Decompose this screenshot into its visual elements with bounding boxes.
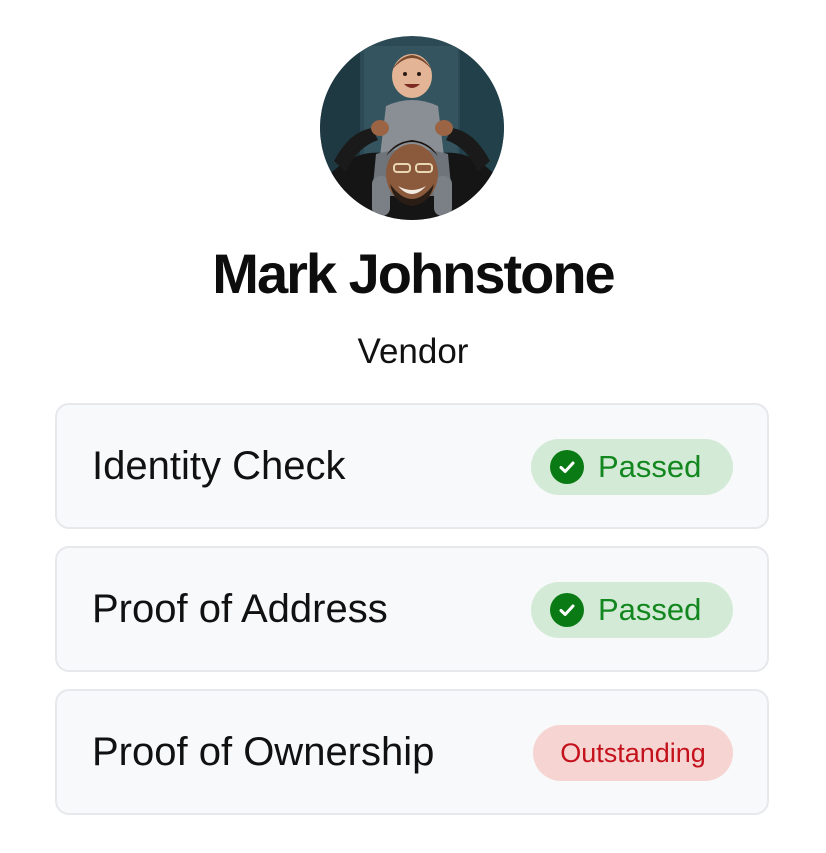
status-badge: Passed xyxy=(531,582,733,638)
status-badge: Outstanding xyxy=(533,725,733,781)
check-label: Proof of Ownership xyxy=(92,730,435,774)
check-circle-icon xyxy=(550,593,584,627)
check-label: Proof of Address xyxy=(92,587,388,631)
check-card-identity: Identity Check Passed xyxy=(55,403,769,529)
profile-photo xyxy=(320,36,504,220)
check-circle-icon xyxy=(550,450,584,484)
status-text: Outstanding xyxy=(560,737,706,768)
check-card-ownership: Proof of Ownership Outstanding xyxy=(55,689,769,815)
check-card-address: Proof of Address Passed xyxy=(55,546,769,672)
verification-profile: Mark Johnstone Vendor Identity Check Pas… xyxy=(0,0,826,853)
profile-role: Vendor xyxy=(357,332,469,371)
status-badge: Passed xyxy=(531,439,733,495)
avatar xyxy=(320,36,504,220)
status-text: Passed xyxy=(598,592,702,627)
check-label: Identity Check xyxy=(92,444,346,488)
status-text: Passed xyxy=(598,449,702,484)
profile-name: Mark Johnstone xyxy=(212,242,615,305)
